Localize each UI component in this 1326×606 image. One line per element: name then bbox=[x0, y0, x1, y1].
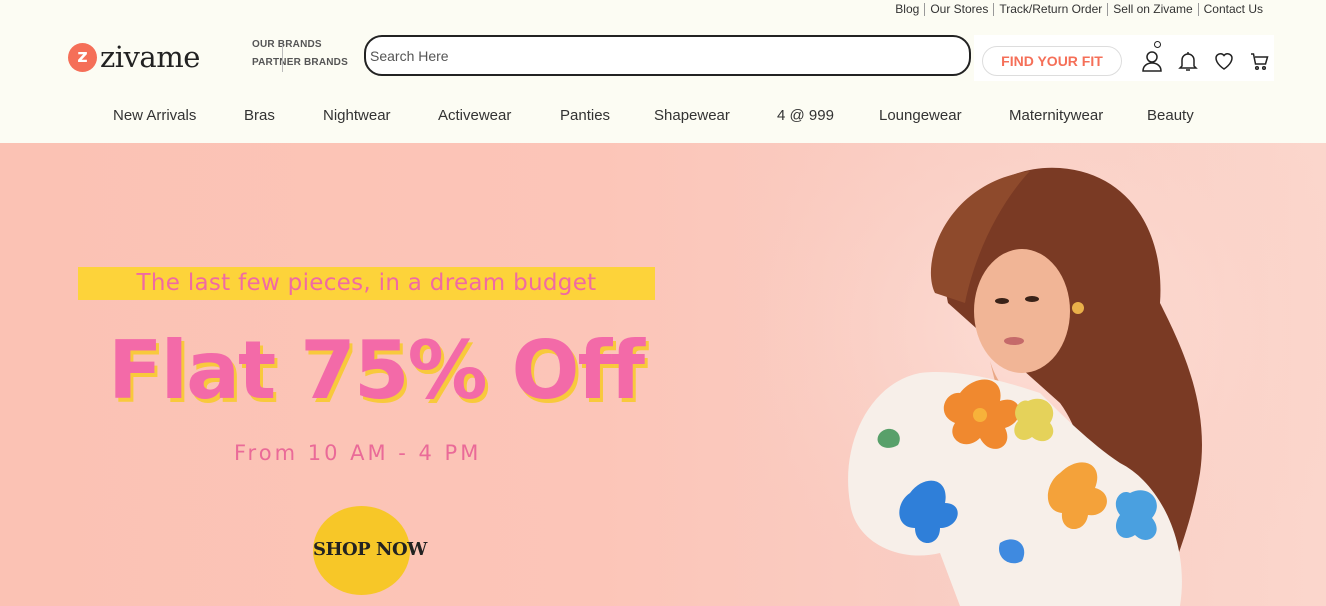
our-stores-link[interactable]: Our Stores bbox=[930, 2, 988, 16]
tagline-highlight: The last few pieces, in a dream budget bbox=[78, 267, 655, 300]
nav-activewear[interactable]: Activewear bbox=[438, 107, 511, 124]
sell-on-zivame-link[interactable]: Sell on Zivame bbox=[1113, 2, 1192, 16]
site-header: Blog Our Stores Track/Return Order Sell … bbox=[0, 0, 1326, 143]
divider bbox=[993, 2, 995, 16]
divider bbox=[1107, 2, 1109, 16]
notification-dot-icon bbox=[1154, 41, 1161, 48]
nav-shapewear[interactable]: Shapewear bbox=[654, 107, 730, 124]
top-links: Blog Our Stores Track/Return Order Sell … bbox=[895, 2, 1263, 16]
cart-icon[interactable] bbox=[1248, 49, 1272, 73]
nav-bras[interactable]: Bras bbox=[244, 107, 275, 124]
contact-us-link[interactable]: Contact Us bbox=[1204, 2, 1263, 16]
nav-panties[interactable]: Panties bbox=[560, 107, 610, 124]
divider bbox=[1197, 2, 1199, 16]
shop-now-button[interactable]: SHOP NOW bbox=[313, 539, 427, 560]
hero-headline: Flat 75% Off bbox=[108, 324, 645, 417]
hero-time: From 10 AM - 4 PM bbox=[234, 441, 482, 465]
track-return-link[interactable]: Track/Return Order bbox=[999, 2, 1102, 16]
bell-icon[interactable] bbox=[1176, 49, 1200, 73]
model-image bbox=[760, 143, 1326, 606]
brands-divider bbox=[282, 44, 283, 72]
nav-nightwear[interactable]: Nightwear bbox=[323, 107, 391, 124]
hero-tagline: The last few pieces, in a dream budget bbox=[136, 270, 597, 296]
logo-wordmark: zivame bbox=[100, 40, 200, 74]
partner-brands-link[interactable]: PARTNER BRANDS bbox=[252, 56, 352, 74]
header-actions: FIND YOUR FIT bbox=[974, 35, 1274, 81]
brands-menu: OUR BRANDS PARTNER BRANDS bbox=[252, 38, 352, 74]
divider bbox=[924, 2, 926, 16]
search-input[interactable] bbox=[364, 35, 971, 76]
zivame-logo[interactable]: z zivame bbox=[68, 40, 200, 74]
our-brands-link[interactable]: OUR BRANDS bbox=[252, 38, 352, 56]
category-nav: New Arrivals Bras Nightwear Activewear P… bbox=[0, 101, 1326, 131]
find-your-fit-button[interactable]: FIND YOUR FIT bbox=[982, 46, 1122, 76]
nav-maternitywear[interactable]: Maternitywear bbox=[1009, 107, 1103, 124]
nav-beauty[interactable]: Beauty bbox=[1147, 107, 1194, 124]
user-icon[interactable] bbox=[1140, 41, 1164, 73]
hero-banner[interactable]: The last few pieces, in a dream budget F… bbox=[0, 143, 1326, 606]
logo-mark-icon: z bbox=[68, 42, 97, 72]
nav-loungewear[interactable]: Loungewear bbox=[879, 107, 962, 124]
logo-mark-letter: z bbox=[77, 45, 88, 67]
blog-link[interactable]: Blog bbox=[895, 2, 919, 16]
heart-icon[interactable] bbox=[1212, 49, 1236, 73]
nav-new-arrivals[interactable]: New Arrivals bbox=[113, 107, 196, 124]
nav-4-at-999[interactable]: 4 @ 999 bbox=[777, 107, 834, 124]
